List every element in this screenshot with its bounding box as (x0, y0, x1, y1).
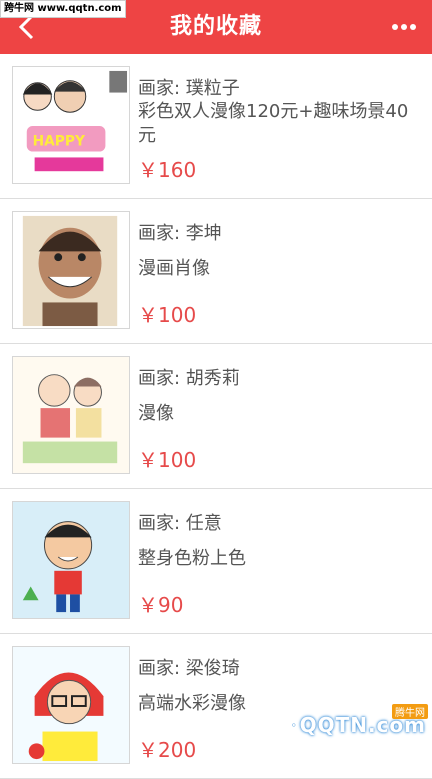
more-dots-icon (392, 24, 416, 30)
artist-name: 画家: 任意 (138, 513, 222, 534)
artwork-thumbnail[interactable] (12, 501, 130, 619)
artist-name: 画家: 璞粒子 (138, 78, 240, 99)
caricature-image (13, 502, 129, 618)
artwork-thumbnail[interactable] (12, 646, 130, 764)
price: ￥90 (138, 593, 184, 617)
site-watermark: 跨牛网 www.qqtn.com (0, 0, 126, 18)
list-item[interactable]: 画家: 胡秀莉 漫像 ￥100 (0, 344, 432, 489)
qqtn-logo-watermark: QQTN.com 腾牛网 (292, 704, 432, 746)
price: ￥160 (138, 158, 197, 182)
artwork-description: 漫画肖像 (138, 258, 210, 279)
artwork-description: 整身色粉上色 (138, 548, 246, 569)
more-button[interactable] (382, 0, 426, 54)
caricature-image (13, 357, 129, 473)
list-item[interactable]: HAPPY 画家: 璞粒子 彩色双人漫像120元+趣味场景40元 ￥160 (0, 54, 432, 199)
favorites-list: HAPPY 画家: 璞粒子 彩色双人漫像120元+趣味场景40元 ￥160 画家… (0, 54, 432, 779)
list-item[interactable]: 画家: 任意 整身色粉上色 ￥90 (0, 489, 432, 634)
artwork-thumbnail[interactable] (12, 211, 130, 329)
artwork-thumbnail[interactable]: HAPPY (12, 66, 130, 184)
artist-name: 画家: 梁俊琦 (138, 658, 240, 679)
artwork-thumbnail[interactable] (12, 356, 130, 474)
caricature-image (13, 212, 129, 328)
artwork-description: 彩色双人漫像120元+趣味场景40元 (138, 101, 409, 146)
price: ￥100 (138, 303, 197, 327)
globe-icon (292, 723, 296, 727)
artwork-description: 漫像 (138, 403, 174, 424)
price: ￥100 (138, 448, 197, 472)
caricature-image: HAPPY (13, 67, 129, 183)
artist-name: 画家: 胡秀莉 (138, 368, 240, 389)
svg-text:HAPPY: HAPPY (33, 134, 86, 150)
list-item[interactable]: 画家: 李坤 漫画肖像 ￥100 (0, 199, 432, 344)
artist-name: 画家: 李坤 (138, 223, 222, 244)
logo-badge: 腾牛网 (392, 704, 428, 719)
price: ￥200 (138, 738, 197, 762)
